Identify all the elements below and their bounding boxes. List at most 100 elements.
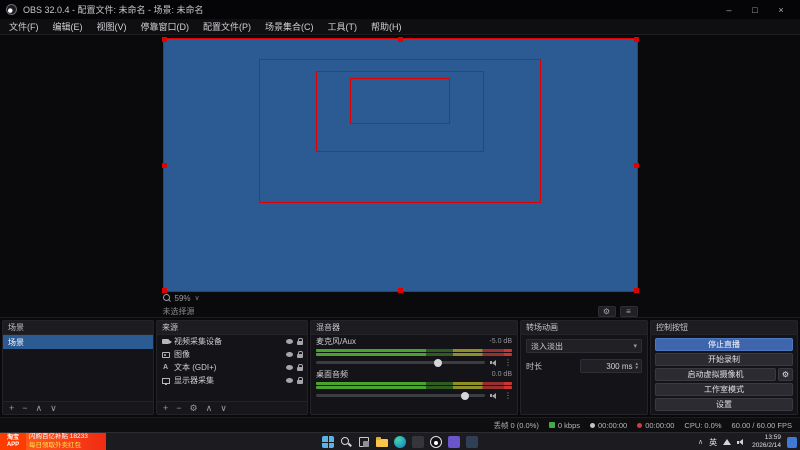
speaker-icon[interactable] <box>490 359 499 367</box>
source-toolbar: 未选择源 ⚙ ≡ <box>163 304 638 318</box>
app-icon[interactable] <box>412 436 424 448</box>
bitrate-status: 0 kbps <box>548 421 580 430</box>
source-item[interactable]: A 文本 (GDI+) <box>157 361 307 374</box>
filters-button[interactable]: ≡ <box>619 305 638 317</box>
preview-canvas[interactable] <box>161 37 639 293</box>
visibility-icon[interactable] <box>286 378 293 383</box>
volume-slider[interactable] <box>316 391 485 400</box>
taobao-app-logo[interactable]: 淘宝APP <box>0 433 26 450</box>
spinner-arrows[interactable]: ▴ ▾ <box>635 362 638 371</box>
clock[interactable]: 13:59 2026/2/14 <box>752 434 781 450</box>
chevron-down-icon[interactable]: ∨ <box>195 294 200 302</box>
transition-select[interactable]: 淡入淡出 ▾ <box>526 339 642 353</box>
properties-button[interactable]: ⚙ <box>597 305 616 317</box>
mixer-panel-title[interactable]: 混音器 <box>311 321 517 335</box>
source-item[interactable]: 视频采集设备 <box>157 335 307 348</box>
obs-taskbar-icon[interactable] <box>430 436 442 448</box>
app-icon[interactable] <box>448 436 460 448</box>
source-item[interactable]: 图像 <box>157 348 307 361</box>
task-view-button[interactable] <box>358 436 370 448</box>
menu-docks[interactable]: 停靠窗口(D) <box>134 20 197 33</box>
start-virtual-camera-button[interactable]: 启动虚拟摄像机 <box>655 368 776 381</box>
mini-taskbar <box>162 281 638 292</box>
remove-scene-button[interactable]: − <box>22 403 27 413</box>
menu-help[interactable]: 帮助(H) <box>364 20 409 33</box>
settings-button[interactable]: 设置 <box>655 398 793 411</box>
visibility-icon[interactable] <box>286 352 293 357</box>
source-move-up-button[interactable]: ∧ <box>206 403 213 413</box>
scenes-panel-title[interactable]: 场景 <box>3 321 153 335</box>
channel-options-icon[interactable]: ⋮ <box>504 391 512 400</box>
dropped-frames-status: 丢帧 0 (0.0%) <box>493 420 539 430</box>
visibility-icon[interactable] <box>286 365 293 370</box>
source-properties-button[interactable]: ⚙ <box>190 403 198 413</box>
transitions-panel-title[interactable]: 转场动画 <box>521 321 647 335</box>
status-bar: 丢帧 0 (0.0%) 0 kbps 00:00:00 00:00:00 CPU… <box>0 417 800 432</box>
obs-window: OBS 32.0.4 - 配置文件: 未命名 - 场景: 未命名 – □ × 文… <box>0 0 800 432</box>
ime-indicator[interactable]: 英 <box>709 437 717 448</box>
mini-taskbar <box>258 196 542 203</box>
slider-thumb[interactable] <box>433 358 442 367</box>
duration-input[interactable]: 300 ms ▴ ▾ <box>580 359 642 373</box>
volume-icon[interactable] <box>737 438 746 446</box>
scenes-toolbar: + − ∧ ∨ <box>3 401 153 414</box>
menu-scene-collection[interactable]: 场景集合(C) <box>258 20 321 33</box>
lock-icon[interactable] <box>297 350 303 358</box>
channel-name: 麦克风/Aux <box>316 337 357 346</box>
remove-source-button[interactable]: − <box>176 403 181 413</box>
slider-thumb[interactable] <box>460 391 469 400</box>
add-source-button[interactable]: + <box>163 403 168 413</box>
controls-panel-title[interactable]: 控制按钮 <box>651 321 797 335</box>
preview-area: 59% ∨ 未选择源 ⚙ ≡ <box>0 35 800 317</box>
add-scene-button[interactable]: + <box>9 403 14 413</box>
source-move-down-button[interactable]: ∨ <box>220 403 227 413</box>
preview-toolbars: 59% ∨ 未选择源 ⚙ ≡ <box>162 292 638 318</box>
minimize-button[interactable]: – <box>716 0 742 19</box>
sources-panel-title[interactable]: 来源 <box>157 321 307 335</box>
channel-name: 桌面音频 <box>316 370 348 379</box>
window-title: OBS 32.0.4 - 配置文件: 未命名 - 场景: 未命名 <box>23 5 204 15</box>
scene-item[interactable]: 场景 <box>3 335 153 349</box>
lock-icon[interactable] <box>297 363 303 371</box>
stream-timer: 00:00:00 <box>590 421 627 430</box>
menu-tools[interactable]: 工具(T) <box>321 20 365 33</box>
menu-edit[interactable]: 编辑(E) <box>46 20 90 33</box>
lock-icon[interactable] <box>297 337 303 345</box>
menu-file[interactable]: 文件(F) <box>2 20 46 33</box>
stop-streaming-button[interactable]: 停止直播 <box>655 338 793 351</box>
volume-meter <box>316 353 512 356</box>
edge-icon[interactable] <box>394 436 406 448</box>
virtual-camera-settings-button[interactable]: ⚙ <box>778 368 793 381</box>
magnifier-icon <box>162 294 171 302</box>
stream-icon <box>590 422 596 428</box>
source-item[interactable]: 显示器采集 <box>157 374 307 387</box>
menu-view[interactable]: 视图(V) <box>90 20 134 33</box>
start-recording-button[interactable]: 开始录制 <box>655 353 793 366</box>
start-button[interactable] <box>322 436 334 448</box>
maximize-button[interactable]: □ <box>742 0 768 19</box>
channel-options-icon[interactable]: ⋮ <box>504 358 512 367</box>
search-button[interactable] <box>340 436 352 448</box>
speaker-icon[interactable] <box>490 392 499 400</box>
volume-slider[interactable] <box>316 358 485 367</box>
file-explorer-icon[interactable] <box>376 436 388 448</box>
ad-text[interactable]: 闪购百亿补贴 18233 每日领取外卖红包 <box>26 433 106 450</box>
sources-list: 视频采集设备 图像 A 文本 (GDI+) 显示器采集 <box>157 335 307 401</box>
lock-icon[interactable] <box>297 376 303 384</box>
mini-taskbar <box>316 148 484 153</box>
visibility-icon[interactable] <box>286 339 293 344</box>
zoom-control[interactable]: 59% ∨ <box>162 292 638 304</box>
notification-badge[interactable] <box>787 436 797 448</box>
tray-expand-icon[interactable]: ∧ <box>698 438 703 446</box>
window-controls: – □ × <box>716 0 794 19</box>
scene-move-down-button[interactable]: ∨ <box>50 403 57 413</box>
app-icon[interactable] <box>466 436 478 448</box>
display-capture-source[interactable] <box>162 38 638 292</box>
titlebar[interactable]: OBS 32.0.4 - 配置文件: 未命名 - 场景: 未命名 – □ × <box>0 0 800 19</box>
close-button[interactable]: × <box>768 0 794 19</box>
scene-move-up-button[interactable]: ∧ <box>36 403 43 413</box>
network-icon[interactable] <box>723 439 732 445</box>
taobao-ad[interactable]: 淘宝APP 闪购百亿补贴 18233 每日领取外卖红包 <box>0 433 106 450</box>
studio-mode-button[interactable]: 工作室模式 <box>655 383 793 396</box>
menu-profile[interactable]: 配置文件(P) <box>196 20 258 33</box>
